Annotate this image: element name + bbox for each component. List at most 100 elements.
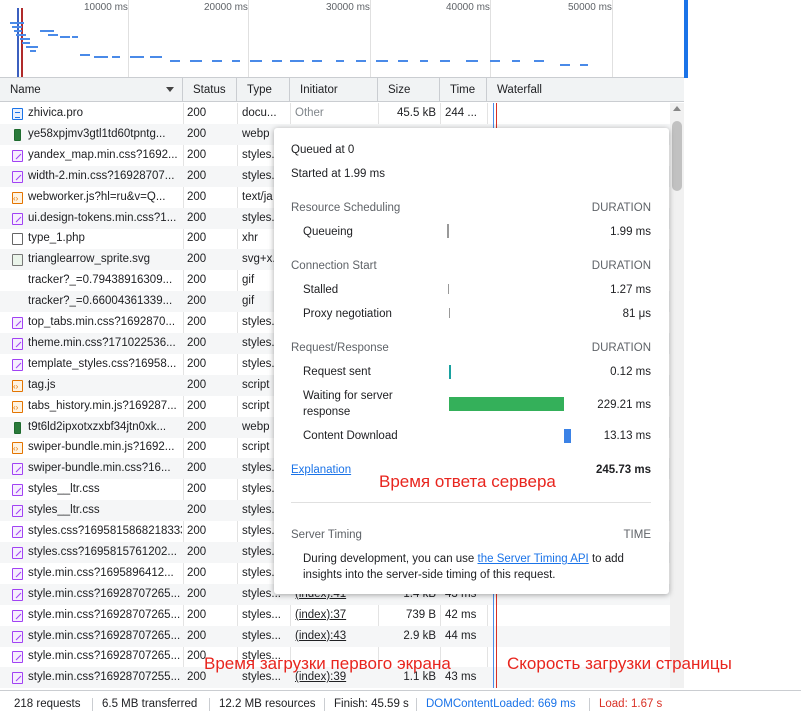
load-time: Load: 1.67 s	[599, 698, 663, 710]
overview-request-dash	[80, 54, 90, 56]
overview-request-dash	[12, 26, 22, 28]
table-row[interactable]: style.min.css?16928707265... 200 styles...…	[0, 625, 684, 647]
server-timing-hint-line1: During development, you can use the Serv…	[303, 553, 624, 565]
css-file-icon	[12, 463, 23, 476]
request-name: trianglearrow_sprite.svg	[28, 253, 151, 266]
waterfall-load-line	[496, 625, 497, 647]
request-time: 43 ms	[445, 671, 477, 684]
column-header-type[interactable]: Type	[237, 78, 290, 102]
request-size: 2.9 kB	[403, 629, 436, 642]
overview-gridline	[490, 0, 491, 77]
table-row[interactable]: style.min.css?16928707265... 200 styles...…	[0, 604, 684, 626]
resources-size: 12.2 MB resources	[219, 698, 316, 710]
request-name: styles__ltr.css	[28, 504, 100, 517]
table-row[interactable]: zhivica.pro 200 docu... Other 45.5 kB 244 ...	[0, 103, 684, 124]
status-separator	[92, 698, 93, 711]
request-status: 200	[187, 127, 207, 140]
overview-request-dash	[60, 36, 70, 38]
request-initiator[interactable]: (index):37	[295, 605, 377, 626]
overview-request-dash	[272, 60, 282, 62]
request-name: type_1.php	[28, 232, 85, 245]
column-header-size[interactable]: Size	[378, 78, 440, 102]
css-file-icon	[12, 484, 23, 497]
js-file-icon	[12, 188, 23, 209]
overview-request-dash	[336, 60, 344, 62]
css-file-icon	[12, 672, 23, 685]
css-file-icon	[12, 567, 23, 580]
waterfall-dcl-line	[493, 625, 494, 647]
request-status: 200	[187, 190, 207, 203]
css-file-icon	[12, 526, 23, 538]
css-file-icon	[12, 546, 23, 559]
overview-request-dash	[560, 64, 570, 66]
overview-request-dash	[94, 56, 108, 58]
content-download-label: Content Download	[303, 430, 398, 442]
explanation-link[interactable]: Explanation	[291, 464, 351, 476]
request-name: webworker.js?hl=ru&v=Q...	[28, 190, 166, 203]
request-status: 200	[187, 336, 207, 349]
overview-gridline	[248, 0, 249, 77]
network-status-bar: 218 requests 6.5 MB transferred 12.2 MB …	[0, 690, 801, 717]
overview-request-dash	[22, 42, 30, 44]
request-status: 200	[187, 399, 207, 412]
column-header-initiator[interactable]: Initiator	[290, 78, 378, 102]
request-status: 200	[187, 504, 207, 517]
column-header-status[interactable]: Status	[183, 78, 237, 102]
request-time: 44 ms	[445, 629, 477, 642]
section-resource-scheduling: Resource Scheduling	[291, 202, 401, 214]
request-name: styles__ltr.css	[28, 483, 100, 496]
status-separator	[324, 698, 325, 711]
waiting-value: 229.21 ms	[597, 399, 651, 411]
table-scrollbar-thumb[interactable]	[672, 121, 682, 191]
server-timing-api-link[interactable]: the Server Timing API	[478, 553, 589, 565]
request-status: 200	[187, 378, 207, 391]
status-separator	[209, 698, 210, 711]
overview-gridline	[612, 0, 613, 77]
overview-request-dash	[170, 60, 180, 62]
js-file-icon	[12, 397, 23, 418]
request-status: 200	[187, 566, 207, 579]
status-separator	[416, 698, 417, 711]
column-header-time[interactable]: Time	[440, 78, 487, 102]
overview-request-dash	[48, 34, 58, 36]
annotation-first-screen: Время загрузки первого экрана	[204, 654, 451, 673]
request-status: 200	[187, 107, 207, 119]
overview-request-dash	[40, 30, 54, 32]
webp-file-icon	[14, 128, 21, 141]
request-name: top_tabs.min.css?1692870...	[28, 316, 176, 328]
js-file-icon	[12, 438, 23, 459]
total-time: 245.73 ms	[596, 464, 651, 476]
css-file-icon	[12, 317, 23, 329]
hint-text: During development, you can use	[303, 553, 478, 565]
overview-request-dash	[420, 60, 428, 62]
time-header: TIME	[623, 529, 651, 541]
css-file-icon	[12, 505, 23, 518]
overview-request-dash	[490, 60, 500, 62]
waiting-bar	[449, 397, 564, 411]
request-name: style.min.css?16928707265...	[28, 629, 181, 642]
request-status: 200	[187, 211, 207, 224]
column-header-waterfall[interactable]: Waterfall	[487, 78, 684, 102]
overview-request-dash	[376, 60, 388, 62]
request-initiator[interactable]: (index):43	[295, 626, 377, 647]
overview-request-dash	[30, 50, 36, 52]
request-name: ui.design-tokens.min.css?1...	[28, 211, 177, 224]
request-status: 200	[187, 587, 207, 600]
content-download-bar	[564, 429, 571, 443]
column-header-name[interactable]: Name	[0, 78, 183, 102]
transferred-size: 6.5 MB transferred	[102, 698, 198, 710]
scroll-up-icon[interactable]	[673, 106, 681, 111]
dom-content-loaded-time: DOMContentLoaded: 669 ms	[426, 698, 576, 710]
waterfall-dcl-line	[493, 103, 494, 124]
annotation-page-load-speed: Скорость загрузки страницы	[507, 654, 732, 673]
column-header-name-label: Name	[10, 84, 41, 96]
overview-request-dash	[150, 56, 162, 58]
network-overview-timeline[interactable]: 10000 ms 20000 ms 30000 ms 40000 ms 5000…	[0, 0, 684, 78]
request-status: 200	[187, 148, 207, 161]
proxy-negotiation-bar	[449, 308, 450, 318]
queueing-value: 1.99 ms	[610, 226, 651, 238]
waiting-label-line2: response	[303, 406, 351, 418]
request-name: tracker?_=0.66004361339...	[28, 295, 173, 308]
overview-tick-label: 20000 ms	[204, 2, 248, 13]
css-file-icon	[12, 630, 23, 643]
